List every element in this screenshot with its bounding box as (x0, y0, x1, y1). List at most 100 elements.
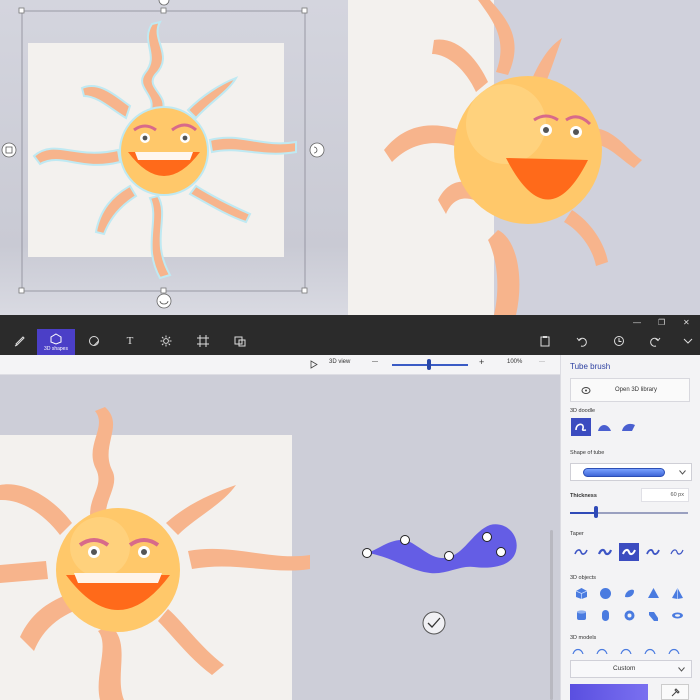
stickers-tool[interactable] (82, 330, 106, 352)
cube-object[interactable] (571, 584, 591, 602)
open-3d-library-button[interactable]: Open 3D library (570, 378, 690, 402)
tube-shape-dropdown[interactable] (570, 463, 692, 481)
open-3d-library-label: Open 3D library (615, 387, 658, 393)
canvas-tool[interactable] (191, 330, 215, 352)
zoom-slider-thumb[interactable] (427, 359, 431, 370)
ring-icon (671, 612, 683, 618)
canvas-selection-view (0, 0, 348, 315)
paste-icon (540, 336, 550, 347)
effects-icon (160, 335, 172, 347)
app-window: 3D shapes T — ❐ ✕ 3D view — + 100% ··· T… (0, 0, 700, 700)
chevron-down-icon (678, 667, 685, 672)
cone-object[interactable] (643, 584, 663, 602)
objects-section-label: 3D objects (570, 575, 596, 581)
stickers-icon (89, 336, 99, 346)
3d-library-tool[interactable] (228, 330, 252, 352)
cylinder-icon (576, 609, 586, 620)
taper-option-4[interactable] (643, 543, 663, 561)
3d-shapes-label: 3D shapes (44, 345, 68, 352)
taper-option-1[interactable] (571, 543, 591, 561)
brushes-icon (14, 336, 25, 347)
eyedropper-icon (671, 688, 680, 697)
donut-icon (624, 610, 634, 620)
capsule-icon (601, 609, 609, 621)
taper-both-icon (574, 549, 588, 555)
canvas-icon (197, 335, 209, 347)
history-icon (614, 336, 624, 346)
thickness-slider-fill (570, 512, 596, 514)
3d-library-icon (234, 336, 246, 347)
tube-icon (648, 611, 658, 621)
zoom-out-button[interactable]: — (372, 359, 378, 365)
taper-thin-icon (670, 549, 684, 555)
expand-icon (683, 338, 693, 344)
cylinder-object[interactable] (571, 606, 591, 624)
3d-sun-model[interactable] (348, 0, 700, 315)
expand-button[interactable] (676, 330, 700, 352)
eyedropper-button[interactable] (661, 684, 689, 700)
doodle-section-label: 3D doodle (570, 408, 596, 414)
selected-sun-sticker[interactable] (0, 0, 348, 315)
soft-edge-icon (598, 425, 611, 431)
taper-end-icon (646, 549, 660, 555)
sphere-object[interactable] (595, 584, 615, 602)
tube-doodle[interactable] (368, 524, 517, 574)
zoom-in-button[interactable]: + (479, 357, 484, 367)
capsule-object[interactable] (595, 606, 615, 624)
tube-shape-preview (583, 468, 665, 477)
3d-library-icon (581, 387, 591, 394)
canvas-scrollbar[interactable] (550, 530, 553, 700)
soft-doodle-tool[interactable] (595, 418, 615, 436)
effects-tool[interactable] (154, 330, 178, 352)
shape-section-label: Shape of tube (570, 450, 605, 456)
brushes-tool[interactable] (8, 330, 32, 352)
view-bar: 3D view — + 100% ··· (0, 355, 560, 375)
3d-view-icon (310, 360, 318, 369)
zoom-level[interactable]: 100% (507, 359, 522, 365)
cone-icon (647, 587, 659, 598)
tube-object[interactable] (643, 606, 663, 624)
sharp-doodle-tool[interactable] (619, 418, 639, 436)
taper-option-5[interactable] (667, 543, 687, 561)
thickness-slider-thumb[interactable] (594, 506, 598, 518)
taper-option-2[interactable] (595, 543, 615, 561)
donut-object[interactable] (619, 606, 639, 624)
taper-option-3[interactable] (619, 543, 639, 561)
undo-button[interactable] (570, 330, 594, 352)
thickness-label: Thickness (570, 493, 597, 499)
close-button[interactable]: ✕ (683, 318, 690, 327)
more-options-button[interactable]: ··· (539, 359, 545, 365)
chevron-down-icon (679, 470, 686, 475)
thickness-input[interactable]: 60 px (641, 488, 689, 502)
main-canvas[interactable] (0, 375, 560, 700)
sharp-edge-icon (622, 423, 635, 431)
taper-section-label: Taper (570, 531, 584, 537)
confirm-button[interactable] (422, 611, 446, 635)
sphere-icon (599, 587, 611, 599)
tube-brush-icon (575, 423, 587, 432)
hemisphere-icon (624, 589, 634, 597)
3d-perspective-view (348, 0, 700, 315)
undo-icon (576, 337, 587, 347)
color-mode-label: Custom (613, 665, 636, 672)
3d-view-toggle[interactable]: 3D view (329, 359, 350, 365)
canvas-content (0, 407, 517, 700)
tube-doodle-tool[interactable] (571, 418, 591, 436)
text-tool[interactable]: T (118, 330, 142, 352)
history-button[interactable] (607, 330, 631, 352)
pyramid-icon (671, 587, 683, 599)
hemisphere-object[interactable] (619, 584, 639, 602)
restore-button[interactable]: ❐ (658, 318, 665, 327)
paste-button[interactable] (533, 330, 557, 352)
3d-shapes-tool[interactable]: 3D shapes (37, 329, 75, 355)
models-section-label: 3D models (570, 635, 597, 641)
3d-models-row[interactable] (571, 646, 691, 654)
color-swatch[interactable] (570, 684, 648, 700)
redo-button[interactable] (643, 330, 667, 352)
pyramid-object[interactable] (667, 584, 687, 602)
color-mode-dropdown[interactable]: Custom (570, 660, 692, 678)
minimize-button[interactable]: — (633, 318, 641, 327)
main-toolbar: 3D shapes T (0, 315, 700, 355)
taper-start-icon (598, 548, 612, 556)
ring-object[interactable] (667, 606, 687, 624)
